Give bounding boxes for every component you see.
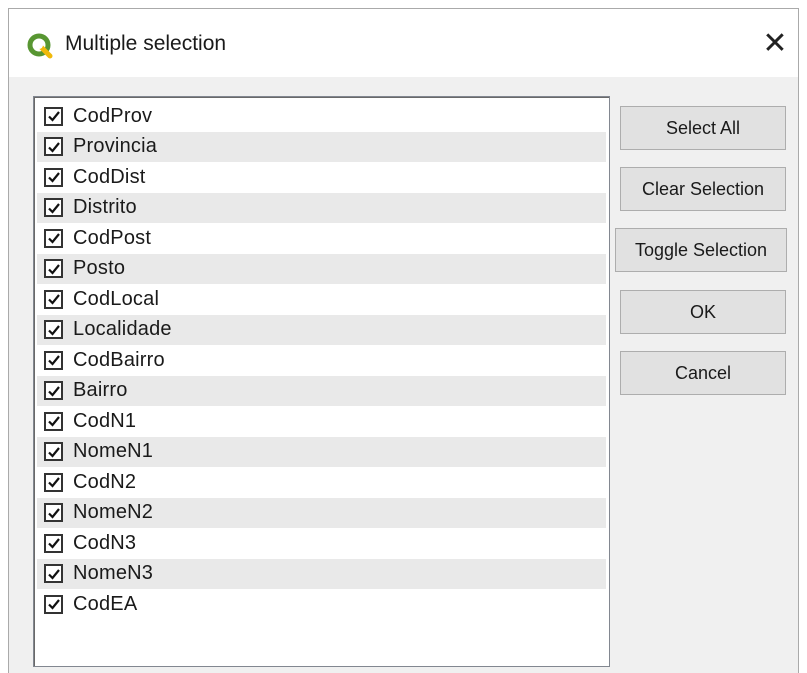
list-item[interactable]: CodN2 xyxy=(37,467,606,498)
list-item-label: Bairro xyxy=(73,379,128,402)
checkmark-icon xyxy=(47,142,60,153)
checkmark-icon xyxy=(47,294,60,305)
multiple-selection-dialog: Multiple selection ✕ CodProv Provincia Cod… xyxy=(8,8,799,673)
list-item[interactable]: CodLocal xyxy=(37,284,606,315)
list-item[interactable]: NomeN1 xyxy=(37,436,606,467)
checkbox[interactable] xyxy=(44,564,63,584)
toggle-selection-button[interactable]: Toggle Selection xyxy=(615,228,787,272)
list-item-label: CodN2 xyxy=(73,470,137,493)
checkmark-icon xyxy=(47,569,60,580)
checkmark-icon xyxy=(47,477,60,488)
checkmark-icon xyxy=(47,355,60,366)
list-item[interactable]: Provincia xyxy=(37,131,606,162)
list-item[interactable]: CodEA xyxy=(37,589,606,620)
checkmark-icon xyxy=(47,386,60,397)
ok-button[interactable]: OK xyxy=(620,290,786,334)
cancel-button[interactable]: Cancel xyxy=(620,351,786,395)
list-item-label: Distrito xyxy=(73,196,137,219)
list-item-label: CodEA xyxy=(73,592,138,615)
clear-selection-button[interactable]: Clear Selection xyxy=(620,167,786,211)
list-item-label: Provincia xyxy=(73,135,158,158)
checkmark-icon xyxy=(47,538,60,549)
checkbox[interactable] xyxy=(44,442,63,462)
list-item-label: CodDist xyxy=(73,165,146,188)
checkbox[interactable] xyxy=(44,533,63,553)
checkmark-icon xyxy=(47,264,60,275)
checkbox[interactable] xyxy=(44,594,63,614)
list-item-label: CodLocal xyxy=(73,287,160,310)
checkbox[interactable] xyxy=(44,350,63,370)
select-all-button[interactable]: Select All xyxy=(620,106,786,150)
list-item-label: CodN1 xyxy=(73,409,137,432)
checkbox[interactable] xyxy=(44,259,63,279)
list-item-label: NomeN2 xyxy=(73,501,154,524)
checkmark-icon xyxy=(47,111,60,122)
list-item[interactable]: Localidade xyxy=(37,314,606,345)
checkmark-icon xyxy=(47,416,60,427)
checkbox[interactable] xyxy=(44,106,63,126)
list-item[interactable]: Distrito xyxy=(37,192,606,223)
checkbox[interactable] xyxy=(44,320,63,340)
list-item[interactable]: Bairro xyxy=(37,375,606,406)
list-item-label: CodPost xyxy=(73,226,152,249)
list-item-label: NomeN3 xyxy=(73,562,154,585)
list-item-label: Posto xyxy=(73,257,126,280)
checkbox[interactable] xyxy=(44,381,63,401)
list-item-label: CodBairro xyxy=(73,348,165,371)
checkbox[interactable] xyxy=(44,503,63,523)
list-item-label: CodN3 xyxy=(73,531,137,554)
close-icon[interactable]: ✕ xyxy=(762,26,787,61)
field-checkbox-list[interactable]: CodProv Provincia CodDist Distrito CodPost Po… xyxy=(33,96,610,667)
checkbox[interactable] xyxy=(44,289,63,309)
checkmark-icon xyxy=(47,325,60,336)
list-item[interactable]: NomeN3 xyxy=(37,558,606,589)
checkbox[interactable] xyxy=(44,137,63,157)
list-item[interactable]: CodN3 xyxy=(37,528,606,559)
list-item-label: CodProv xyxy=(73,104,153,127)
checkmark-icon xyxy=(47,599,60,610)
close-button[interactable]: ✕ xyxy=(752,23,798,63)
checkbox[interactable] xyxy=(44,167,63,187)
checkmark-icon xyxy=(47,233,60,244)
checkbox[interactable] xyxy=(44,472,63,492)
checkmark-icon xyxy=(47,447,60,458)
list-item-label: NomeN1 xyxy=(73,440,154,463)
title-bar: Multiple selection ✕ xyxy=(9,9,798,77)
list-item[interactable]: Posto xyxy=(37,253,606,284)
list-item[interactable]: CodDist xyxy=(37,162,606,193)
dialog-title: Multiple selection xyxy=(65,32,227,55)
list-item[interactable]: CodN1 xyxy=(37,406,606,437)
checkbox[interactable] xyxy=(44,198,63,218)
list-item-label: Localidade xyxy=(73,318,172,341)
checkmark-icon xyxy=(47,172,60,183)
list-item[interactable]: CodProv xyxy=(37,101,606,132)
list-item[interactable]: CodBairro xyxy=(37,345,606,376)
checkmark-icon xyxy=(47,203,60,214)
list-item[interactable]: NomeN2 xyxy=(37,497,606,528)
list-item[interactable]: CodPost xyxy=(37,223,606,254)
qgis-logo-icon xyxy=(27,33,53,59)
checkbox[interactable] xyxy=(44,228,63,248)
checkmark-icon xyxy=(47,508,60,519)
checkbox[interactable] xyxy=(44,411,63,431)
